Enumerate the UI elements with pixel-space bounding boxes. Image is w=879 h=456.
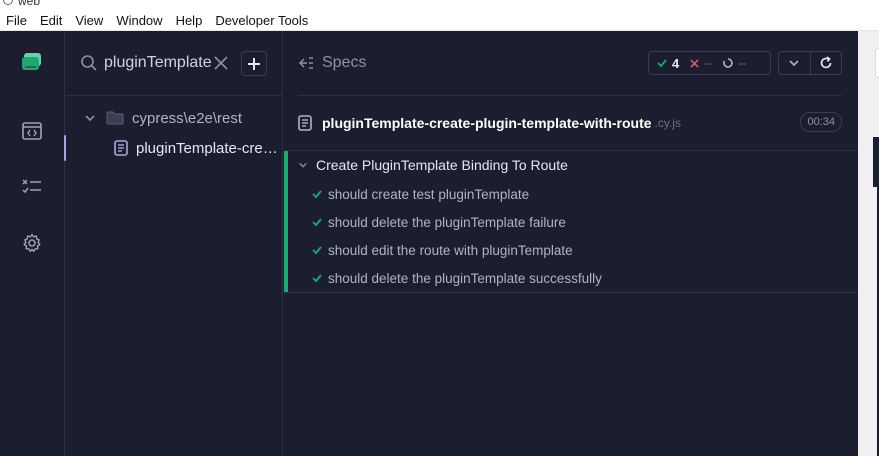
preview-content — [873, 137, 879, 187]
test-title: should delete the pluginTemplate failure — [328, 214, 566, 230]
chevron-down-icon — [299, 162, 307, 168]
check-icon — [312, 274, 322, 283]
test-item[interactable]: should create test pluginTemplate — [312, 184, 529, 204]
check-icon — [312, 246, 322, 255]
spec-file-icon — [114, 140, 128, 156]
check-icon — [312, 218, 322, 227]
chevron-down-icon — [85, 115, 95, 122]
test-item[interactable]: should edit the route with pluginTemplat… — [312, 240, 573, 260]
spec-title-row: pluginTemplate-create-plugin-template-wi… — [298, 112, 842, 134]
spec-duration-badge: 00:34 — [800, 112, 842, 132]
test-item[interactable]: should delete the pluginTemplate success… — [312, 268, 602, 288]
check-icon — [657, 59, 667, 68]
app-icon — [3, 0, 13, 5]
test-stats: 4 -- -- — [648, 51, 771, 75]
folder-label: cypress\e2e\rest — [132, 109, 243, 127]
menu-bar: File Edit View Window Help Developer Too… — [0, 10, 879, 31]
window-title: web — [18, 0, 41, 8]
runs-list-icon — [22, 179, 41, 194]
search-input[interactable] — [104, 54, 212, 72]
test-item[interactable]: should delete the pluginTemplate failure — [312, 212, 566, 232]
menu-developer-tools[interactable]: Developer Tools — [215, 13, 308, 28]
clear-search-icon[interactable] — [214, 56, 228, 70]
preview-card — [875, 48, 879, 78]
reporter-controls — [778, 51, 842, 75]
test-title: should edit the route with pluginTemplat… — [328, 242, 573, 258]
pending-icon — [723, 58, 733, 68]
suite-header[interactable]: Create PluginTemplate Binding To Route — [298, 155, 568, 175]
expand-collapse-button[interactable] — [779, 52, 810, 74]
folder-icon — [106, 111, 124, 125]
side-nav — [0, 31, 67, 456]
collapse-panel-icon — [298, 57, 313, 69]
test-title: should delete the pluginTemplate success… — [328, 270, 602, 286]
menu-view[interactable]: View — [75, 13, 103, 28]
divider — [284, 292, 858, 293]
cypress-logo-icon[interactable] — [21, 52, 43, 72]
refresh-icon — [820, 56, 832, 69]
specs-title: Specs — [322, 54, 367, 71]
folder-row[interactable]: cypress\e2e\rest — [84, 107, 242, 129]
suite-status-bar — [284, 151, 288, 292]
search-icon — [81, 55, 97, 71]
divider — [66, 95, 283, 96]
specs-header[interactable]: Specs — [298, 51, 366, 75]
failed-count: -- — [690, 56, 712, 70]
test-suite: Create PluginTemplate Binding To Route s… — [284, 151, 858, 292]
spec-file-label: pluginTemplate-create-plugin-template-wi… — [136, 139, 282, 157]
plus-icon — [248, 57, 260, 70]
menu-file[interactable]: File — [6, 13, 27, 28]
divider — [298, 95, 842, 96]
menu-help[interactable]: Help — [176, 13, 203, 28]
check-icon — [312, 190, 322, 199]
new-spec-button[interactable] — [241, 51, 267, 76]
settings-gear-icon — [23, 233, 41, 253]
app-preview-pane[interactable] — [858, 31, 879, 456]
passed-count: 4 — [657, 56, 679, 71]
rerun-button[interactable] — [809, 52, 841, 74]
nav-settings-button[interactable] — [20, 231, 44, 255]
nav-runs-button[interactable] — [20, 175, 44, 199]
nav-specs-button[interactable] — [20, 119, 44, 143]
pending-count: -- — [723, 56, 746, 70]
spec-search — [80, 51, 230, 75]
specs-browser-icon — [22, 122, 42, 140]
spec-extension: .cy.js — [654, 116, 681, 130]
menu-window[interactable]: Window — [116, 13, 162, 28]
x-icon — [690, 58, 699, 68]
window-titlebar: web — [0, 0, 879, 10]
reporter-panel: Specs 4 -- -- pluginTemplate-create-plug… — [284, 31, 858, 456]
spec-file-icon — [298, 115, 312, 131]
chevron-down-icon — [789, 60, 800, 67]
test-title: should create test pluginTemplate — [328, 186, 530, 202]
spec-file-item[interactable]: pluginTemplate-create-plugin-template-wi… — [66, 135, 282, 161]
spec-name: pluginTemplate-create-plugin-template-wi… — [322, 115, 652, 131]
menu-edit[interactable]: Edit — [40, 13, 62, 28]
suite-title: Create PluginTemplate Binding To Route — [316, 157, 568, 173]
spec-list-panel: cypress\e2e\rest pluginTemplate-create-p… — [66, 31, 283, 456]
